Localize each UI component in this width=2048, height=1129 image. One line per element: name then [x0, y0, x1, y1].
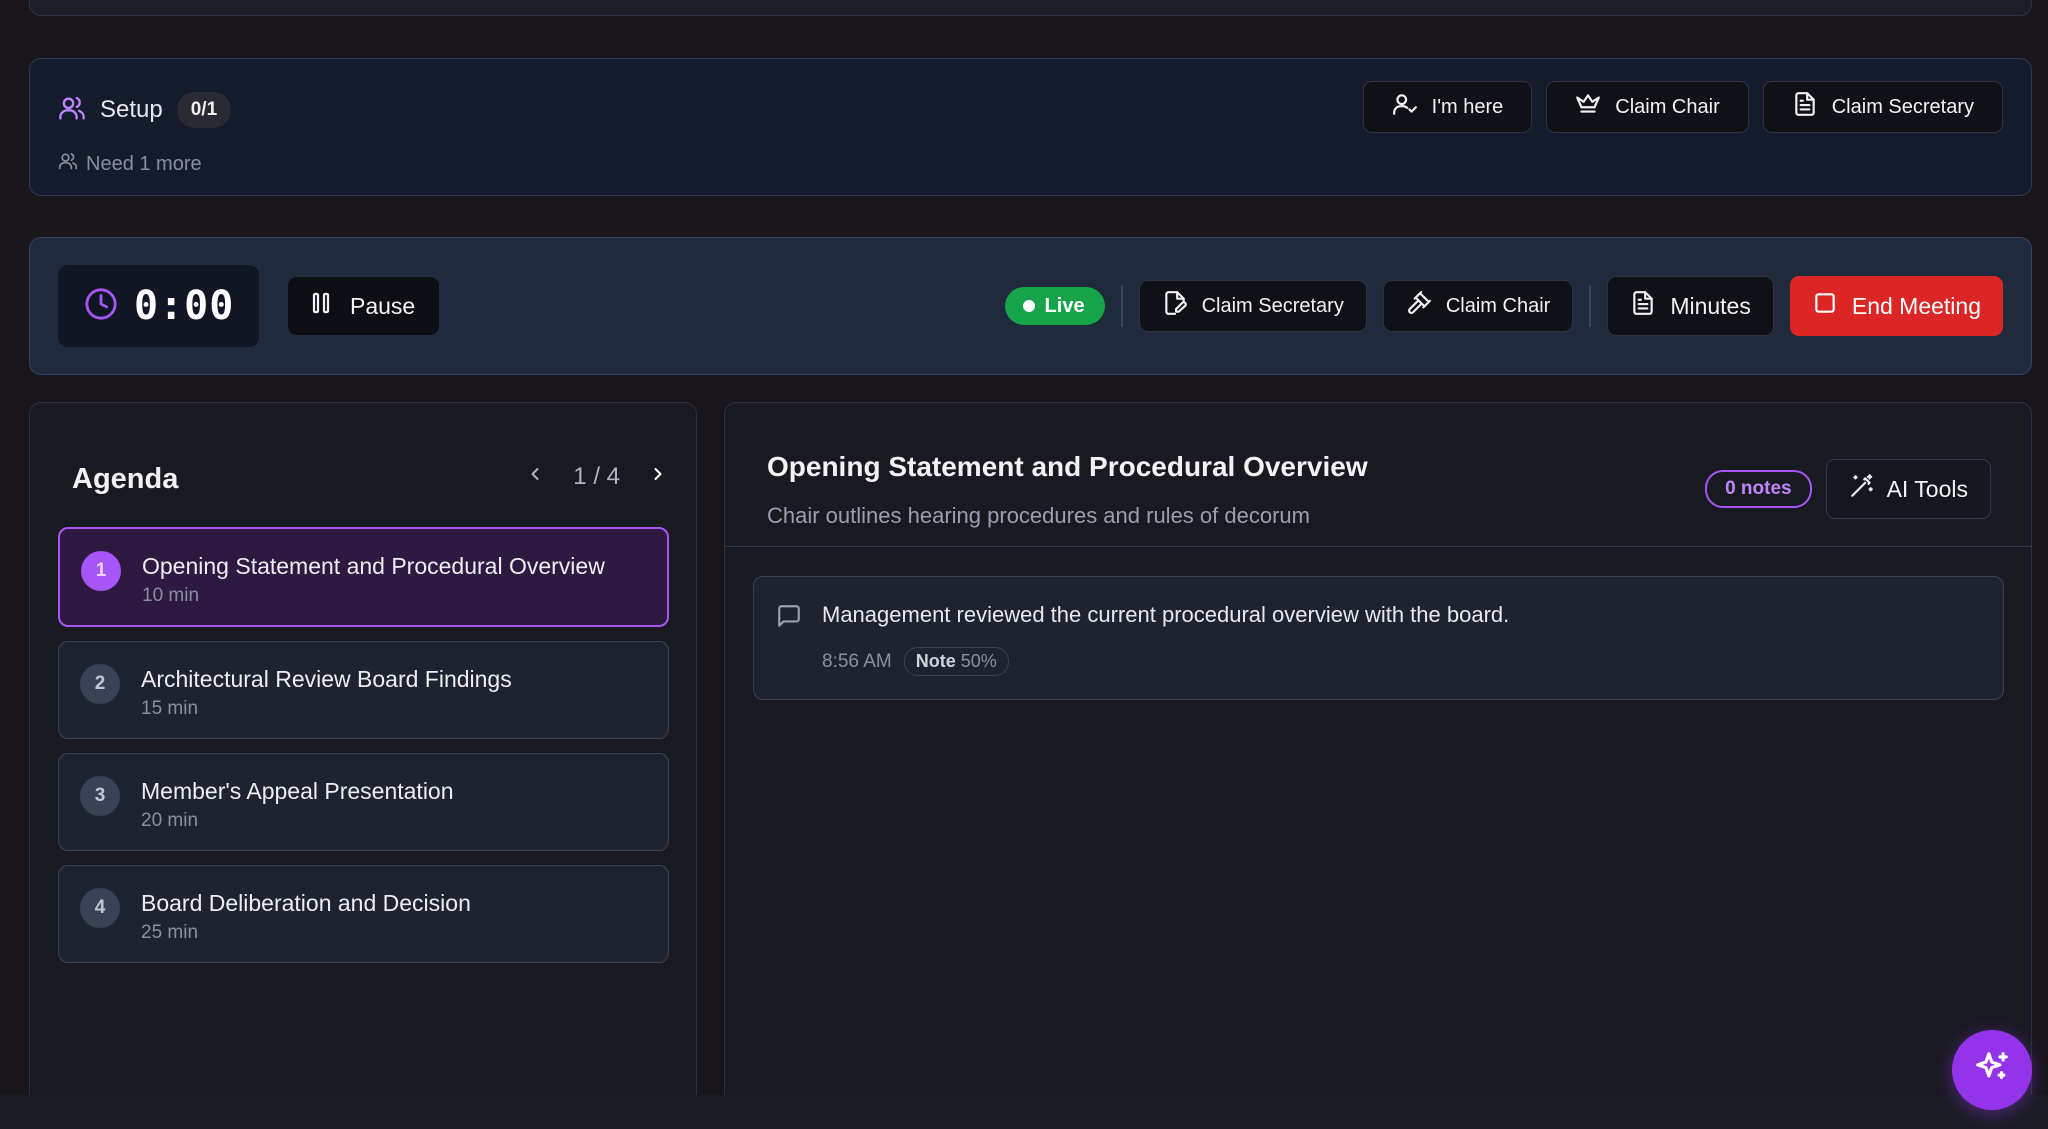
setup-need-text: Need 1 more [86, 152, 202, 175]
timer-value: 0:00 [134, 283, 235, 329]
stop-square-icon [1812, 290, 1838, 322]
agenda-item[interactable]: 4 Board Deliberation and Decision 25 min [58, 865, 669, 963]
end-meeting-button[interactable]: End Meeting [1789, 276, 2003, 336]
agenda-item-number: 3 [80, 776, 120, 816]
file-pen-icon [1162, 290, 1188, 322]
agenda-panel: Agenda 1 / 4 1 Opening Statement and Pro… [29, 402, 697, 1129]
setup-claim-secretary-label: Claim Secretary [1831, 95, 1974, 118]
chevron-right-icon[interactable] [648, 463, 668, 491]
agenda-page-indicator: 1 / 4 [573, 463, 620, 490]
setup-claim-chair-label: Claim Chair [1615, 95, 1720, 118]
agenda-item[interactable]: 3 Member's Appeal Presentation 20 min [58, 753, 669, 851]
meeting-timer: 0:00 [58, 265, 259, 347]
divider [1120, 285, 1123, 327]
claim-secretary-button[interactable]: Claim Secretary [1138, 280, 1367, 332]
agenda-item-name: Member's Appeal Presentation [141, 778, 454, 804]
agenda-list: 1 Opening Statement and Procedural Overv… [58, 527, 669, 977]
setup-claim-chair-button[interactable]: Claim Chair [1546, 81, 1749, 133]
meeting-page: Setup 0/1 Need 1 more I'm here Claim Cha… [0, 0, 2048, 1129]
agenda-item-number: 4 [80, 888, 120, 928]
notes-count-badge: 0 notes [1705, 470, 1812, 508]
setup-count-badge: 0/1 [176, 92, 232, 128]
claim-chair-button[interactable]: Claim Chair [1382, 280, 1574, 332]
sparkles-icon [1973, 1049, 2011, 1092]
message-square-icon [776, 603, 802, 634]
setup-actions: I'm here Claim Chair Claim Secretary [1362, 81, 2003, 133]
pause-button[interactable]: Pause [288, 277, 439, 335]
setup-title: Setup [100, 96, 163, 123]
ai-tools-label: AI Tools [1886, 475, 1968, 502]
users-icon [58, 94, 86, 127]
agenda-item-name: Opening Statement and Procedural Overvie… [142, 553, 605, 579]
note-type: Note [915, 651, 956, 671]
agenda-pagination: 1 / 4 [525, 463, 668, 491]
agenda-item-duration: 15 min [141, 698, 199, 719]
clock-icon [84, 287, 118, 326]
setup-title-row: Setup 0/1 [58, 92, 232, 128]
users-small-icon [58, 151, 78, 177]
note-type-badge: Note 50% [903, 647, 1009, 676]
note-item[interactable]: Management reviewed the current procedur… [753, 576, 2004, 700]
setup-need-row: Need 1 more [58, 151, 202, 177]
agenda-item-number: 2 [80, 664, 120, 704]
crown-icon [1575, 91, 1601, 123]
pause-label: Pause [350, 292, 416, 319]
agenda-item-name: Board Deliberation and Decision [141, 890, 471, 916]
minutes-button[interactable]: Minutes [1607, 276, 1774, 336]
note-confidence: 50% [960, 651, 997, 671]
im-here-button[interactable]: I'm here [1362, 81, 1533, 133]
divider [1589, 285, 1592, 327]
chevron-left-icon[interactable] [525, 463, 545, 491]
live-status-badge: Live [1004, 287, 1105, 325]
meeting-bar-actions: Live Claim Secretary Claim Chair Minutes… [1004, 276, 2003, 336]
file-text-icon [1630, 290, 1656, 322]
setup-panel: Setup 0/1 Need 1 more I'm here Claim Cha… [29, 58, 2032, 196]
agenda-item-duration: 10 min [142, 585, 200, 606]
ai-assistant-button[interactable] [1952, 1030, 2032, 1110]
live-dot-icon [1022, 300, 1035, 312]
note-text: Management reviewed the current procedur… [822, 602, 1510, 627]
detail-title: Opening Statement and Procedural Overvie… [767, 451, 1368, 482]
agenda-item-detail-panel: Opening Statement and Procedural Overvie… [724, 402, 2032, 1129]
ai-tools-button[interactable]: AI Tools [1825, 459, 1991, 519]
agenda-item[interactable]: 2 Architectural Review Board Findings 15… [58, 641, 669, 739]
note-meta: 8:56 AM Note 50% [822, 647, 1009, 676]
gavel-icon [1406, 290, 1432, 322]
agenda-item-duration: 20 min [141, 810, 199, 831]
detail-header: Opening Statement and Procedural Overvie… [725, 403, 2031, 547]
detail-actions: 0 notes AI Tools [1705, 459, 1991, 519]
file-text-icon [1792, 91, 1818, 123]
note-time: 8:56 AM [822, 650, 892, 672]
agenda-item[interactable]: 1 Opening Statement and Procedural Overv… [58, 527, 669, 627]
live-label: Live [1044, 294, 1085, 317]
agenda-item-duration: 25 min [141, 922, 199, 943]
top-panel-edge [29, 0, 2032, 16]
end-meeting-label: End Meeting [1851, 292, 1981, 319]
setup-claim-secretary-button[interactable]: Claim Secretary [1762, 81, 2003, 133]
bottom-bar [0, 1095, 2048, 1129]
im-here-label: I'm here [1431, 95, 1504, 118]
meeting-control-bar: 0:00 Pause Live Claim Secretary Claim Ch… [29, 237, 2032, 375]
pause-icon [310, 291, 332, 321]
magic-wand-icon [1849, 473, 1875, 505]
agenda-item-name: Architectural Review Board Findings [141, 666, 512, 692]
claim-secretary-label: Claim Secretary [1201, 294, 1344, 317]
agenda-title: Agenda [72, 463, 179, 495]
user-check-icon [1392, 91, 1418, 123]
detail-subtitle: Chair outlines hearing procedures and ru… [767, 503, 1310, 528]
agenda-item-number: 1 [81, 551, 121, 591]
minutes-label: Minutes [1670, 292, 1751, 319]
claim-chair-label: Claim Chair [1445, 294, 1551, 317]
